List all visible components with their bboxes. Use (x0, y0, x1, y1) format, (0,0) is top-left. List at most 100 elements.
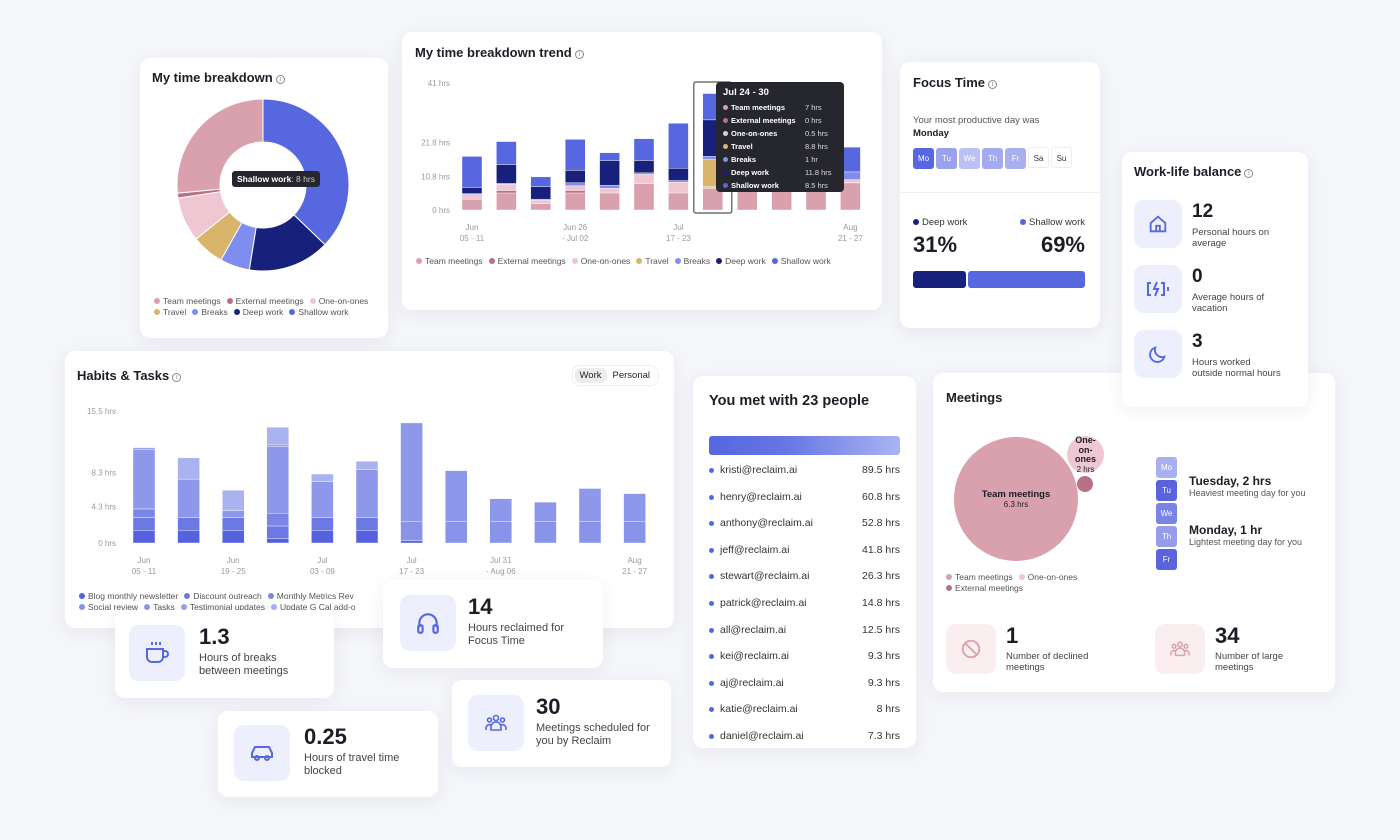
legend-item[interactable]: External meetings (488, 256, 566, 266)
bar-segment[interactable] (633, 174, 655, 184)
bar-segment[interactable] (496, 190, 517, 194)
bar-segment[interactable] (132, 449, 156, 510)
legend-item[interactable]: Team meetings (416, 256, 483, 266)
bar-segment[interactable] (266, 426, 290, 445)
bar-segment[interactable] (266, 512, 290, 527)
legend-item[interactable]: Breaks (192, 307, 228, 317)
person-row[interactable]: daniel@reclaim.ai 7.3 hrs (709, 730, 900, 742)
legend-item[interactable]: External meetings (946, 583, 1110, 594)
legend-item[interactable]: Blog monthly newsletter (79, 591, 178, 601)
legend-item[interactable]: External meetings (226, 296, 304, 306)
bar-segment[interactable] (461, 187, 483, 194)
info-icon[interactable]: i (1244, 169, 1254, 178)
bar-segment[interactable] (530, 199, 552, 205)
bar-segment[interactable] (355, 461, 379, 470)
bar-segment[interactable] (564, 192, 586, 211)
bar-segment[interactable] (177, 478, 200, 518)
bar-segment[interactable] (461, 156, 483, 188)
bar-segment[interactable] (266, 525, 290, 539)
bar-segment[interactable] (530, 176, 552, 187)
bar-segment[interactable] (266, 446, 290, 514)
bar-segment[interactable] (400, 422, 423, 522)
bar-segment[interactable] (633, 172, 655, 175)
legend-item[interactable]: Team meetings (154, 296, 221, 306)
bar-segment[interactable] (221, 530, 245, 544)
bar-segment[interactable] (461, 198, 483, 211)
bar-segment[interactable] (355, 530, 379, 544)
bar-segment[interactable] (496, 164, 517, 184)
bar-segment[interactable] (599, 192, 620, 211)
bar-segment[interactable] (177, 530, 200, 544)
person-row[interactable]: all@reclaim.ai 12.5 hrs (709, 624, 900, 636)
bubble-external-meetings[interactable] (1077, 476, 1093, 492)
bar-segment[interactable] (668, 181, 689, 194)
bar-segment[interactable] (534, 521, 557, 544)
bar-segment[interactable] (221, 510, 245, 518)
legend-item[interactable]: One-on-ones (1018, 572, 1077, 582)
person-row[interactable]: katie@reclaim.ai 8 hrs (709, 703, 900, 715)
bar-segment[interactable] (461, 194, 483, 200)
bar-segment[interactable] (530, 186, 552, 200)
bar-segment[interactable] (668, 123, 689, 169)
bar-segment[interactable] (132, 447, 156, 450)
bar-segment[interactable] (132, 517, 156, 531)
legend-item[interactable]: Team meetings (946, 572, 1013, 582)
bubble-team-meetings[interactable]: Team meetings 6.3 hrs (954, 437, 1078, 561)
legend-item[interactable]: Deep work (233, 307, 283, 317)
bar-segment[interactable] (668, 180, 689, 183)
legend-item[interactable]: Travel (154, 307, 186, 317)
bar-segment[interactable] (496, 192, 517, 211)
bar-segment[interactable] (445, 521, 468, 544)
bar-segment[interactable] (496, 141, 517, 165)
bar-segment[interactable] (623, 493, 646, 522)
person-row[interactable]: jeff@reclaim.ai 41.8 hrs (709, 544, 900, 556)
bar-segment[interactable] (177, 457, 200, 480)
legend-item[interactable]: Shallow work (771, 256, 831, 266)
bar-segment[interactable] (400, 521, 423, 541)
bar-segment[interactable] (530, 203, 552, 211)
bar-segment[interactable] (266, 538, 290, 544)
bar-segment[interactable] (177, 517, 200, 531)
legend-item[interactable]: Monthly Metrics Rev (267, 591, 354, 601)
person-row[interactable]: anthony@reclaim.ai 52.8 hrs (709, 517, 900, 529)
bar-segment[interactable] (633, 138, 655, 161)
info-icon[interactable]: i (988, 80, 998, 89)
bar-segment[interactable] (564, 182, 586, 187)
bar-segment[interactable] (564, 139, 586, 171)
bar-segment[interactable] (633, 183, 655, 211)
bar-segment[interactable] (311, 530, 334, 544)
bar-segment[interactable] (599, 185, 620, 189)
legend-item[interactable]: One-on-ones (309, 296, 368, 306)
bar-segment[interactable] (599, 160, 620, 186)
bar-segment[interactable] (578, 488, 602, 522)
bar-segment[interactable] (564, 170, 586, 183)
legend-item[interactable]: Discount outreach (184, 591, 262, 601)
bar-segment[interactable] (355, 469, 379, 518)
legend-item[interactable]: Shallow work (289, 307, 349, 317)
legend-item[interactable]: Breaks (674, 256, 710, 266)
bar-segment[interactable] (311, 473, 334, 482)
person-row[interactable]: kristi@reclaim.ai 89.5 hrs (709, 464, 900, 476)
bar-segment[interactable] (355, 517, 379, 531)
bar-segment[interactable] (311, 481, 334, 518)
bar-segment[interactable] (400, 540, 423, 544)
legend-item[interactable]: Travel (636, 256, 669, 266)
bar-segment[interactable] (623, 521, 646, 544)
bar-segment[interactable] (132, 508, 156, 518)
bar-segment[interactable] (221, 489, 245, 511)
person-row[interactable]: stewart@reclaim.ai 26.3 hrs (709, 570, 900, 582)
person-row[interactable]: patrick@reclaim.ai 14.8 hrs (709, 597, 900, 609)
bar-segment[interactable] (668, 167, 689, 181)
bar-segment[interactable] (534, 501, 557, 522)
bar-segment[interactable] (445, 470, 468, 522)
bar-segment[interactable] (221, 517, 245, 531)
bar-segment[interactable] (599, 188, 620, 194)
legend-item[interactable]: One-on-ones (571, 256, 630, 266)
bar-segment[interactable] (132, 530, 156, 544)
bar-segment[interactable] (578, 521, 602, 544)
bar-segment[interactable] (489, 498, 512, 522)
bar-segment[interactable] (489, 521, 512, 544)
bar-segment[interactable] (668, 192, 689, 211)
bar-segment[interactable] (599, 152, 620, 161)
bar-segment[interactable] (311, 517, 334, 531)
